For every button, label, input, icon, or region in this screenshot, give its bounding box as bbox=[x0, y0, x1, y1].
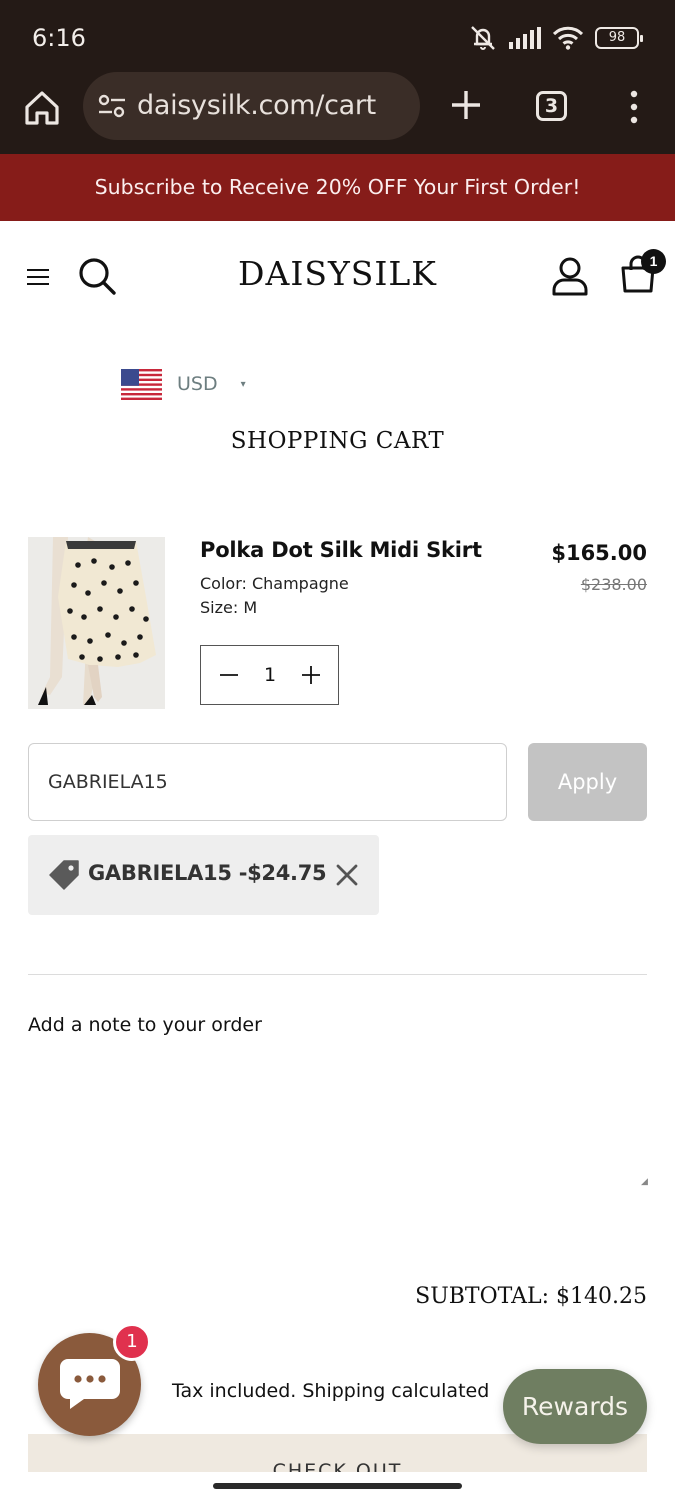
browser-toolbar: daisysilk.com/cart 3 bbox=[0, 72, 675, 154]
quantity-stepper: 1 bbox=[200, 645, 339, 705]
new-tab-icon[interactable] bbox=[449, 88, 483, 122]
mute-icon bbox=[471, 26, 495, 50]
status-icons: 98 bbox=[469, 24, 643, 52]
applied-discount-chip: GABRIELA15 -$24.75 bbox=[28, 835, 379, 915]
divider bbox=[28, 974, 647, 975]
resize-handle-icon[interactable]: ◢ bbox=[641, 1176, 648, 1187]
battery-icon: 98 bbox=[595, 27, 643, 49]
gesture-navigation-bar[interactable] bbox=[213, 1483, 462, 1489]
minus-icon bbox=[220, 674, 238, 676]
discount-code-input[interactable] bbox=[28, 743, 507, 821]
sale-price: $165.00 bbox=[551, 541, 647, 565]
site-settings-icon[interactable] bbox=[97, 92, 127, 120]
account-icon[interactable] bbox=[550, 256, 590, 296]
product-image[interactable] bbox=[28, 537, 165, 709]
currency-selector[interactable]: USD ▾ bbox=[121, 368, 246, 400]
home-icon[interactable] bbox=[22, 88, 62, 128]
rewards-button[interactable]: Rewards bbox=[503, 1369, 647, 1444]
subtotal: SUBTOTAL: $140.25 bbox=[415, 1284, 647, 1309]
status-bar: 6:16 98 bbox=[0, 0, 675, 72]
plus-icon bbox=[302, 666, 320, 684]
cart-count-badge: 1 bbox=[641, 249, 666, 274]
address-bar[interactable]: daisysilk.com/cart bbox=[83, 72, 420, 140]
promo-banner[interactable]: Subscribe to Receive 20% OFF Your First … bbox=[0, 154, 675, 221]
us-flag-icon bbox=[121, 368, 162, 400]
chat-notification-badge: 1 bbox=[113, 1323, 151, 1361]
currency-code: USD bbox=[177, 373, 218, 395]
product-size: Size: M bbox=[200, 598, 258, 617]
quantity-value[interactable]: 1 bbox=[257, 646, 283, 704]
close-icon[interactable] bbox=[334, 862, 360, 888]
wifi-icon bbox=[553, 26, 583, 50]
quantity-decrease-button[interactable] bbox=[201, 646, 257, 704]
url-text: daisysilk.com/cart bbox=[137, 90, 376, 121]
product-color: Color: Champagne bbox=[200, 574, 349, 593]
tabs-icon[interactable]: 3 bbox=[536, 91, 567, 121]
apply-discount-button[interactable]: Apply bbox=[528, 743, 647, 821]
applied-discount-label: GABRIELA15 -$24.75 bbox=[88, 861, 327, 885]
overflow-menu-icon[interactable] bbox=[626, 90, 642, 124]
status-time: 6:16 bbox=[32, 24, 86, 52]
tax-shipping-note: Tax included. Shipping calculated bbox=[172, 1380, 490, 1402]
compare-price: $238.00 bbox=[580, 575, 647, 594]
order-note-field[interactable] bbox=[28, 1050, 647, 1184]
product-name[interactable]: Polka Dot Silk Midi Skirt bbox=[200, 538, 482, 562]
tag-icon bbox=[49, 860, 79, 890]
checkout-label: CHECK OUT bbox=[272, 1460, 403, 1472]
quantity-increase-button[interactable] bbox=[283, 646, 339, 704]
order-note-label: Add a note to your order bbox=[28, 1014, 262, 1036]
signal-icon bbox=[509, 27, 541, 49]
chevron-down-icon: ▾ bbox=[240, 378, 246, 390]
page-title: SHOPPING CART bbox=[230, 428, 445, 454]
chat-icon bbox=[60, 1359, 120, 1409]
